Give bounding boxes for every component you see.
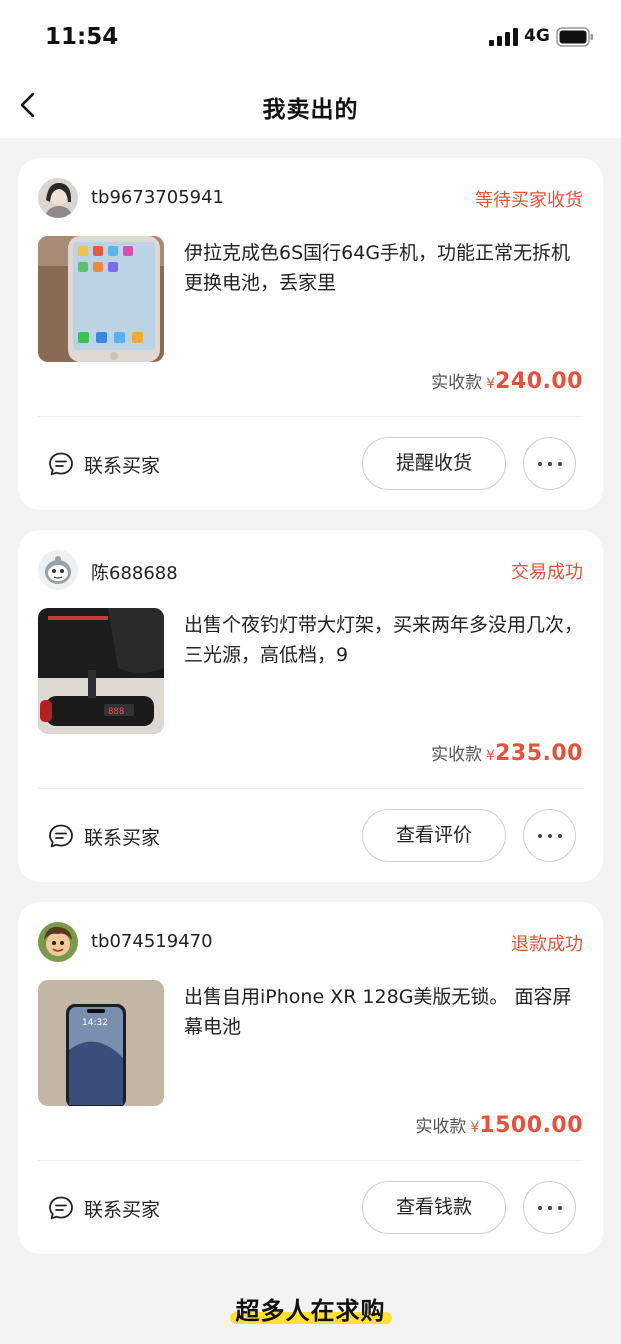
- more-dots-icon: [538, 1206, 542, 1210]
- price-amount: 235.00: [495, 741, 583, 766]
- more-dots-icon: [538, 462, 542, 466]
- product-image[interactable]: 888: [38, 608, 164, 734]
- chat-bubble-icon: [49, 452, 73, 476]
- more-options-button[interactable]: [523, 1181, 576, 1234]
- price-label: 实收款: [415, 1117, 467, 1137]
- price-amount: 1500.00: [479, 1113, 583, 1138]
- product-image[interactable]: [38, 236, 164, 362]
- divider: [38, 416, 583, 417]
- contact-buyer-label: 联系买家: [84, 827, 161, 849]
- contact-buyer-label: 联系买家: [84, 455, 161, 477]
- product-description[interactable]: 出售个夜钓灯带大灯架，买来两年多没用几次，三光源，高低档，9: [184, 610, 586, 670]
- buyer-name: 陈688688: [91, 563, 178, 584]
- order-status: 退款成功: [511, 934, 583, 955]
- order-card[interactable]: 陈688688 交易成功 888 出售个夜钓灯带大灯架，买来两年多没用几次，三光…: [18, 530, 603, 882]
- more-options-button[interactable]: [523, 437, 576, 490]
- price-label: 实收款: [431, 745, 483, 765]
- currency-symbol: ¥: [486, 376, 496, 392]
- wanted-section-title: 超多人在求购: [0, 1291, 621, 1326]
- more-options-button[interactable]: [523, 809, 576, 862]
- chat-bubble-icon: [49, 1196, 73, 1220]
- page-title: 我卖出的: [262, 97, 359, 123]
- price-row: 实收款 ¥235.00: [431, 740, 583, 766]
- wanted-section-label: 超多人在求购: [235, 1297, 386, 1325]
- divider: [38, 788, 583, 789]
- signal-icon: [489, 28, 518, 46]
- currency-symbol: ¥: [486, 748, 496, 764]
- product-description[interactable]: 伊拉克成色6S国行64G手机，功能正常无拆机更换电池，丢家里: [184, 238, 586, 298]
- buyer-avatar[interactable]: [38, 550, 78, 590]
- remind-receipt-button[interactable]: 提醒收货: [362, 437, 506, 490]
- view-funds-button[interactable]: 查看钱款: [362, 1181, 506, 1234]
- price-row: 实收款 ¥1500.00: [415, 1112, 583, 1138]
- price-label: 实收款: [431, 373, 483, 393]
- price-amount: 240.00: [495, 369, 583, 394]
- buyer-name: tb074519470: [91, 931, 213, 952]
- order-card[interactable]: tb074519470 退款成功 14:32 出售自用iPhone XR 128…: [18, 902, 603, 1254]
- svg-text:888: 888: [108, 707, 124, 717]
- svg-text:14:32: 14:32: [82, 1018, 108, 1028]
- order-status: 交易成功: [511, 562, 583, 583]
- network-label: 4G: [524, 26, 550, 46]
- currency-symbol: ¥: [470, 1120, 480, 1136]
- price-row: 实收款 ¥240.00: [431, 368, 583, 394]
- buyer-name: tb9673705941: [91, 187, 225, 208]
- order-card[interactable]: tb9673705941 等待买家收货 伊拉克成色6S国行64G手机，功能正常无…: [18, 158, 603, 510]
- buyer-avatar[interactable]: [38, 178, 78, 218]
- view-review-button[interactable]: 查看评价: [362, 809, 506, 862]
- status-bar: 11:54 4G: [0, 0, 621, 72]
- product-image[interactable]: 14:32: [38, 980, 164, 1106]
- battery-icon: [556, 27, 593, 47]
- order-status: 等待买家收货: [475, 190, 583, 211]
- product-description[interactable]: 出售自用iPhone XR 128G美版无锁。 面容屏幕电池: [184, 982, 586, 1042]
- more-dots-icon: [538, 834, 542, 838]
- nav-bar: 我卖出的: [0, 72, 621, 138]
- chat-bubble-icon: [49, 824, 73, 848]
- buyer-avatar[interactable]: [38, 922, 78, 962]
- divider: [38, 1160, 583, 1161]
- contact-buyer-label: 联系买家: [84, 1199, 161, 1221]
- status-time: 11:54: [45, 24, 119, 50]
